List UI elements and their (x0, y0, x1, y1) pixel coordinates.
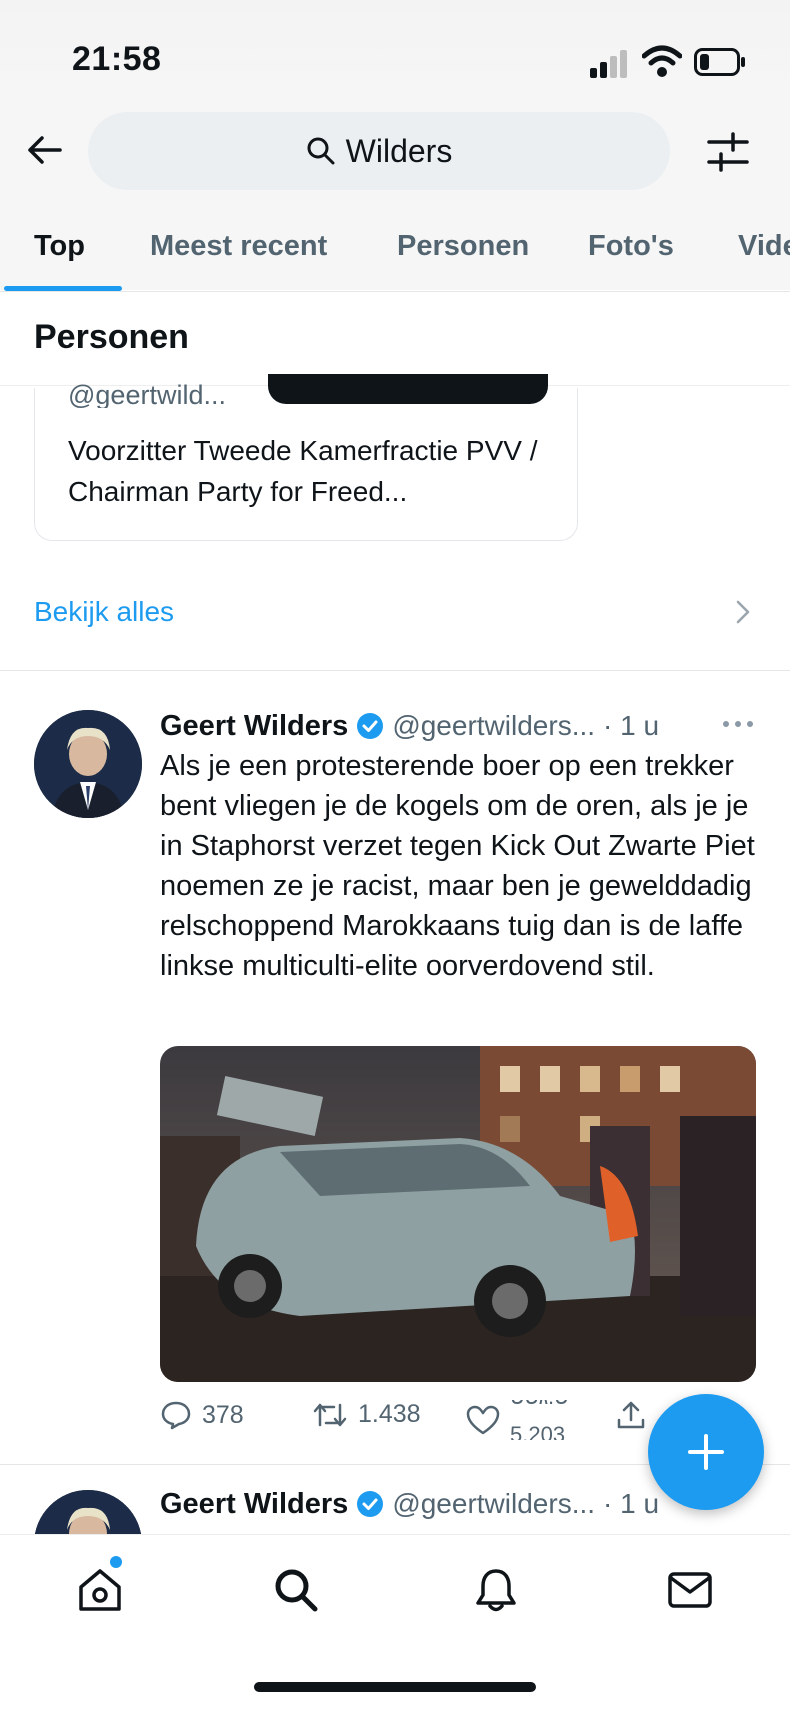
tab-top[interactable]: Top (34, 230, 85, 263)
nav-notifications[interactable] (466, 1560, 526, 1620)
verified-badge-icon (357, 713, 384, 739)
like-count-top: ט.גטט (510, 1400, 569, 1410)
battery-icon (694, 48, 745, 76)
back-button[interactable] (24, 130, 64, 170)
tweet-photo (160, 1046, 756, 1382)
mail-icon (668, 1572, 712, 1608)
reply-icon (161, 1401, 191, 1430)
tweet-time: · 1 u (603, 710, 660, 741)
section-title: Personen (34, 318, 189, 356)
reply-button[interactable]: 378 (160, 1400, 244, 1430)
more-icon[interactable] (720, 712, 756, 736)
tweet-image[interactable] (160, 1046, 756, 1382)
divider (0, 670, 790, 671)
tweet-author-name[interactable]: Geert Wilders (160, 710, 348, 743)
tab-personen[interactable]: Personen (397, 230, 529, 263)
nav-home[interactable] (70, 1560, 130, 1620)
tweet-author-handle[interactable]: @geertwilders... (392, 1488, 595, 1520)
tab-fotos[interactable]: Foto's (588, 230, 674, 263)
tweet-header: Geert Wilders @geertwilders... · 1 u (160, 706, 760, 746)
verified-badge-icon (357, 1491, 384, 1517)
plus-icon (688, 1434, 724, 1470)
retweet-button[interactable]: 1.438 (312, 1400, 421, 1429)
search-icon (307, 137, 335, 165)
view-all-link[interactable]: Bekijk alles (34, 596, 174, 628)
filter-icon (707, 132, 749, 172)
like-button[interactable]: ט.גטט 5.203 (466, 1400, 580, 1440)
back-arrow-icon (28, 136, 62, 164)
nav-messages[interactable] (660, 1560, 720, 1620)
tweet-author-name[interactable]: Geert Wilders (160, 1488, 348, 1521)
divider (0, 291, 790, 292)
bell-icon (476, 1569, 516, 1612)
chevron-right-icon (736, 600, 750, 624)
search-nav-icon (275, 1569, 318, 1612)
like-icon (466, 1405, 500, 1435)
tab-videos[interactable]: Vide (738, 230, 790, 263)
retweet-icon (313, 1403, 347, 1426)
home-indicator (254, 1682, 536, 1692)
share-icon (617, 1401, 645, 1429)
share-button[interactable] (616, 1400, 646, 1430)
compose-button[interactable] (648, 1394, 764, 1510)
tweet-time: · 1 u (603, 1488, 660, 1519)
search-query: Wilders (345, 132, 453, 169)
nav-search[interactable] (266, 1560, 326, 1620)
avatar[interactable] (34, 710, 142, 818)
search-input[interactable]: Wilders (88, 112, 670, 190)
person-card-bio: Voorzitter Tweede Kamerfractie PVV / Cha… (68, 435, 538, 507)
filter-button[interactable] (706, 130, 750, 174)
reply-count: 378 (202, 1400, 244, 1429)
search-tabs: Top Meest recent Personen Foto's Vide (0, 222, 790, 292)
like-count-rolling: ט.גטט 5.203 (510, 1400, 580, 1440)
person-card-handle: @geertwild... (68, 380, 226, 408)
retweet-count: 1.438 (358, 1400, 421, 1428)
tweet-actions: 378 1.438 ט.גטט 5.203 (160, 1400, 680, 1440)
tweet-author-handle[interactable]: @geertwilders... (392, 710, 595, 742)
notification-dot (110, 1556, 122, 1568)
avatar-image (34, 710, 142, 818)
tweet-text: Als je een protesterende boer op een tre… (160, 750, 755, 982)
signal-icon (590, 50, 627, 78)
wifi-icon (642, 45, 682, 77)
home-icon (79, 1569, 121, 1611)
tab-meest-recent[interactable]: Meest recent (150, 230, 327, 263)
follow-button[interactable] (268, 374, 548, 404)
status-time: 21:58 (72, 40, 162, 78)
like-count-bottom: 5.203 (510, 1422, 566, 1440)
